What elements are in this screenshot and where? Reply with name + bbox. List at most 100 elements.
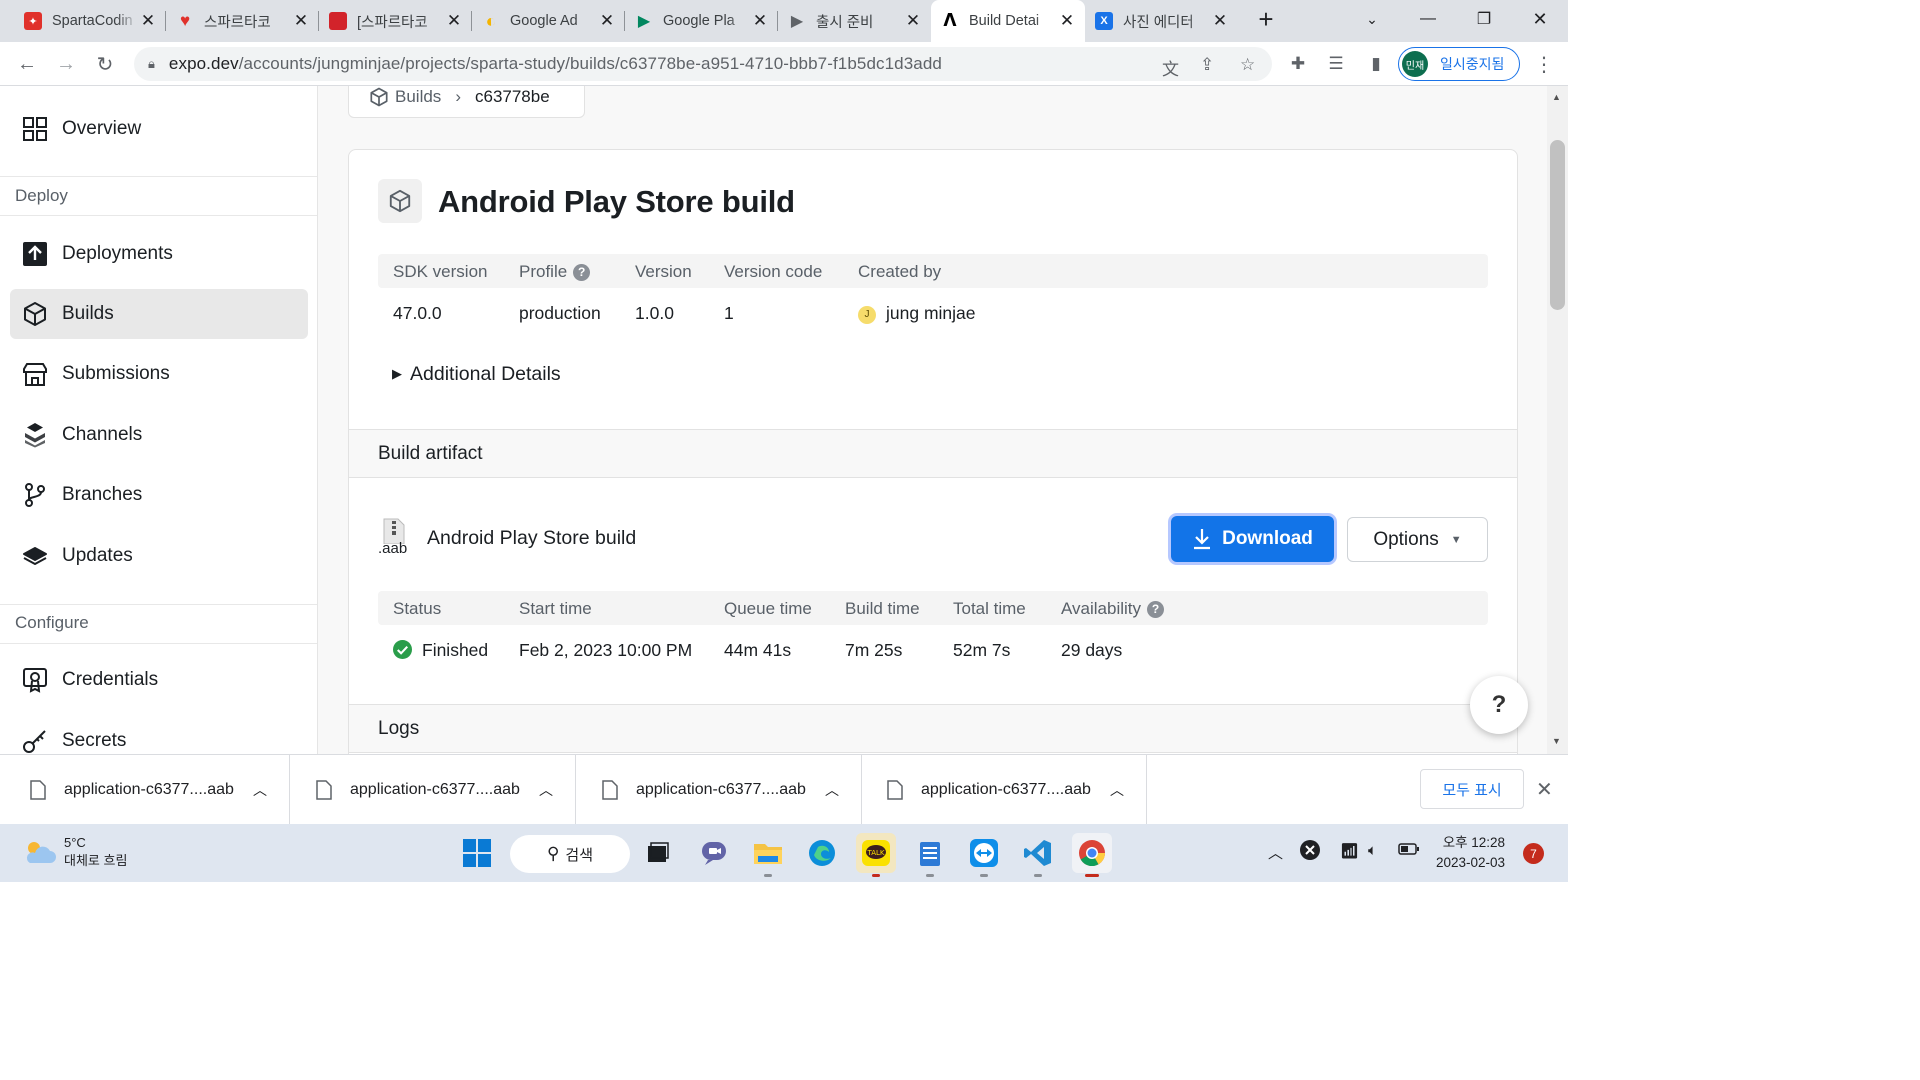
sidebar-item-label: Deployments	[62, 243, 173, 264]
extensions-icon[interactable]: ✚	[1284, 50, 1312, 78]
sidebar-item-credentials[interactable]: Credentials	[10, 655, 308, 705]
bookmark-star-icon[interactable]: ☆	[1240, 55, 1255, 75]
grid-icon	[23, 117, 47, 141]
sidebar-item-deployments[interactable]: Deployments	[10, 229, 308, 279]
browser-tab[interactable]: ◐ Google Ad ✕	[472, 0, 625, 42]
back-icon[interactable]: ←	[13, 50, 41, 78]
browser-tab[interactable]: ✦ SpartaCodin ✕	[14, 0, 166, 42]
new-tab-button[interactable]: +	[1238, 0, 1294, 38]
tab-title: Google Pla	[663, 13, 735, 29]
browser-tab[interactable]: ▶ Google Pla ✕	[625, 0, 778, 42]
side-panel-icon[interactable]: ▮	[1362, 50, 1390, 78]
taskbar-search[interactable]: ⚲ 검색	[510, 835, 630, 873]
download-button[interactable]: Download	[1171, 516, 1334, 562]
system-clock[interactable]: 오후 12:28 2023-02-03	[1436, 833, 1505, 873]
windows-start-icon[interactable]	[457, 833, 497, 873]
close-icon[interactable]: ✕	[750, 11, 770, 31]
translate-icon[interactable]: 文	[1162, 55, 1179, 80]
download-item[interactable]: application-c6377....aab ︿	[290, 755, 576, 825]
sidebar-item-submissions[interactable]: Submissions	[10, 349, 308, 399]
minimize-icon[interactable]: —	[1400, 0, 1456, 38]
chrome-icon[interactable]	[1072, 833, 1112, 877]
header-build-time: Build time	[845, 599, 920, 618]
browser-tab[interactable]: ♥ 스파르타코 ✕	[166, 0, 319, 42]
share-icon[interactable]: ⇪	[1200, 55, 1214, 75]
close-icon[interactable]: ✕	[1536, 777, 1553, 802]
storefront-icon	[23, 363, 47, 386]
additional-details-toggle[interactable]: ▶ Additional Details	[392, 363, 561, 386]
breadcrumb-builds-link[interactable]: Builds	[395, 87, 441, 107]
close-icon[interactable]: ✕	[903, 11, 923, 31]
file-explorer-icon[interactable]	[748, 833, 788, 877]
restore-icon[interactable]: ❐	[1456, 0, 1512, 38]
show-all-downloads-button[interactable]: 모두 표시	[1420, 769, 1524, 809]
version-value: 1.0.0	[635, 303, 674, 323]
reading-list-icon[interactable]: ☰	[1322, 50, 1350, 78]
weather-widget[interactable]: 5°C 대체로 흐림	[22, 834, 127, 870]
sidebar-item-secrets[interactable]: Secrets	[10, 716, 308, 754]
sidebar-item-overview[interactable]: Overview	[10, 104, 308, 154]
created-by-value[interactable]: Jjung minjae	[858, 303, 976, 324]
sidebar-item-builds[interactable]: Builds	[10, 289, 308, 339]
scroll-down-icon[interactable]: ▼	[1552, 736, 1561, 746]
browser-tab[interactable]: [스파르타코 ✕	[319, 0, 472, 42]
download-item[interactable]: application-c6377....aab ︿	[4, 755, 290, 825]
chevron-up-icon[interactable]: ︿	[825, 780, 839, 800]
window-close-icon[interactable]: ✕	[1512, 0, 1568, 38]
profile-button[interactable]: 민재 일시중지됨	[1398, 47, 1520, 81]
notepad-icon[interactable]	[910, 833, 950, 877]
chevron-up-icon[interactable]: ︿	[539, 780, 553, 800]
kakaotalk-icon[interactable]: TALK	[856, 833, 896, 877]
weather-desc: 대체로 흐림	[64, 853, 128, 868]
menu-kebab-icon[interactable]: ⋮	[1530, 50, 1558, 78]
volume-icon[interactable]: 🔈︎	[1368, 842, 1377, 859]
scrollbar-thumb[interactable]	[1550, 140, 1565, 310]
tab-title: SpartaCodin	[52, 13, 133, 29]
url-text[interactable]: expo.dev/accounts/jungminjae/projects/sp…	[169, 54, 942, 74]
close-icon[interactable]: ✕	[291, 11, 311, 31]
vscode-icon[interactable]	[1018, 833, 1058, 877]
close-icon[interactable]: ✕	[138, 11, 158, 31]
tray-overflow-icon[interactable]: ︿	[1268, 842, 1283, 863]
browser-tab-active[interactable]: ᐱ Build Detai ✕	[931, 0, 1085, 42]
teamviewer-icon[interactable]	[964, 833, 1004, 877]
close-icon[interactable]: ✕	[597, 11, 617, 31]
sidebar-item-updates[interactable]: Updates	[10, 531, 308, 581]
header-version-code: Version code	[724, 262, 823, 281]
options-button[interactable]: Options ▼	[1347, 517, 1488, 562]
teams-chat-icon[interactable]	[694, 833, 734, 873]
address-bar[interactable]: 🔒︎ expo.dev/accounts/jungminjae/projects…	[134, 47, 1272, 81]
help-circle-icon[interactable]: ?	[573, 263, 591, 281]
download-item[interactable]: application-c6377....aab ︿	[861, 755, 1147, 825]
notification-badge[interactable]: 7	[1523, 843, 1544, 864]
sidebar-item-channels[interactable]: Channels	[10, 410, 308, 460]
chevron-up-icon[interactable]: ︿	[253, 780, 267, 800]
edge-browser-icon[interactable]	[802, 833, 842, 873]
chevron-up-icon[interactable]: ︿	[1110, 780, 1124, 800]
expo-icon: ᐱ	[943, 11, 957, 30]
task-view-icon[interactable]	[638, 833, 678, 873]
forward-icon[interactable]: →	[52, 50, 80, 78]
help-circle-icon[interactable]: ?	[1147, 600, 1165, 618]
close-icon[interactable]: ✕	[1057, 11, 1077, 31]
tab-title: 출시 준비	[816, 14, 874, 31]
battery-icon[interactable]	[1398, 842, 1420, 860]
close-icon[interactable]: ✕	[444, 11, 464, 31]
browser-tab[interactable]: ▶ 출시 준비 ✕	[778, 0, 931, 42]
download-item[interactable]: application-c6377....aab ︿	[576, 755, 862, 825]
sidebar-item-branches[interactable]: Branches	[10, 470, 308, 520]
file-icon	[887, 780, 903, 800]
section-title: Logs	[378, 718, 420, 739]
reload-icon[interactable]: ↻	[91, 50, 119, 78]
help-button[interactable]: ?	[1470, 676, 1528, 734]
browser-tab[interactable]: X 사진 에디터 ✕	[1085, 0, 1238, 42]
tray-app-icon[interactable]	[1300, 840, 1320, 864]
wifi-icon[interactable]: 📶︎	[1340, 842, 1359, 860]
build-icon	[378, 179, 422, 223]
tab-search-icon[interactable]: ⌄	[1344, 0, 1400, 38]
close-icon[interactable]: ✕	[1210, 11, 1230, 31]
page-scrollbar[interactable]: ▲ ▼	[1547, 86, 1568, 754]
scroll-up-icon[interactable]: ▲	[1552, 92, 1561, 102]
build-time-value: 7m 25s	[845, 640, 903, 660]
status-value: Finished	[393, 640, 488, 661]
